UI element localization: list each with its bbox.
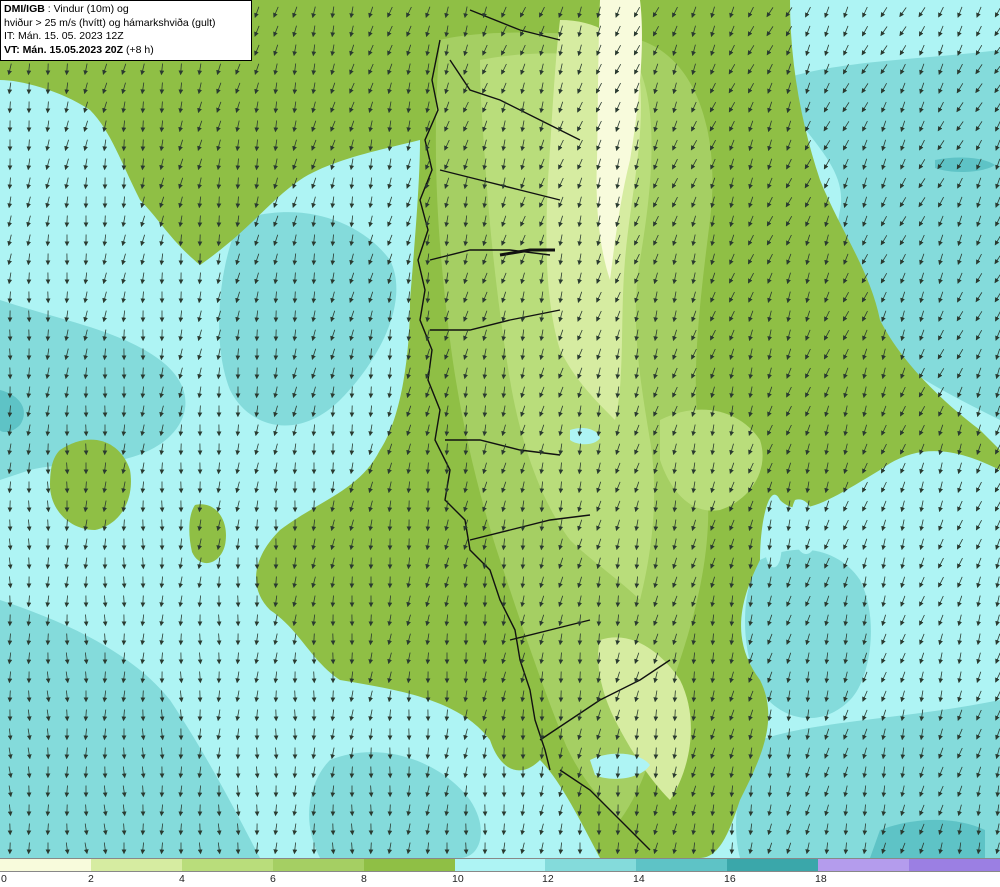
legend-swatch [454, 859, 546, 871]
legend-swatch [272, 859, 364, 871]
legend-label: 10 [452, 873, 464, 885]
legend-label: 2 [88, 873, 94, 885]
legend-swatch [636, 859, 728, 871]
legend-label: 0 [1, 873, 7, 885]
legend-label: 18 [815, 873, 827, 885]
legend-swatch [363, 859, 455, 871]
legend-swatch [0, 859, 91, 871]
legend-label: 12 [542, 873, 554, 885]
subtitle-line: hviður > 25 m/s (hvítt) og hámarkshviða … [4, 16, 216, 29]
legend-labels: 0 2 4 6 8 10 12 14 16 18 [0, 873, 1000, 887]
legend-label: 16 [724, 873, 736, 885]
lead-time: (+8 h) [123, 43, 154, 56]
title-line: DMI/IGB : Vindur (10m) og [4, 3, 248, 17]
legend-bar [0, 858, 1000, 872]
legend-label: 8 [361, 873, 367, 885]
issue-time: IT: Mán. 15. 05. 2023 12Z [4, 30, 124, 42]
valid-time-line: VT: Mán. 15.05.2023 20Z (+8 h) [4, 44, 248, 58]
color-legend: 0 2 4 6 8 10 12 14 16 18 [0, 858, 1000, 887]
info-box: DMI/IGB : Vindur (10m) og hviður > 25 m/… [0, 0, 252, 61]
legend-swatch [909, 859, 1000, 871]
legend-swatch [545, 859, 637, 871]
legend-label: 4 [179, 873, 185, 885]
source-label: DMI/IGB [4, 3, 45, 15]
legend-label: 6 [270, 873, 276, 885]
legend-label: 14 [633, 873, 645, 885]
valid-time: VT: Mán. 15.05.2023 20Z [4, 43, 124, 56]
legend-swatch [181, 859, 273, 871]
wind-map [0, 0, 1000, 858]
legend-swatch [90, 859, 182, 871]
legend-swatch [818, 859, 910, 871]
legend-swatch [727, 859, 819, 871]
title-text: : Vindur (10m) og [44, 3, 129, 15]
